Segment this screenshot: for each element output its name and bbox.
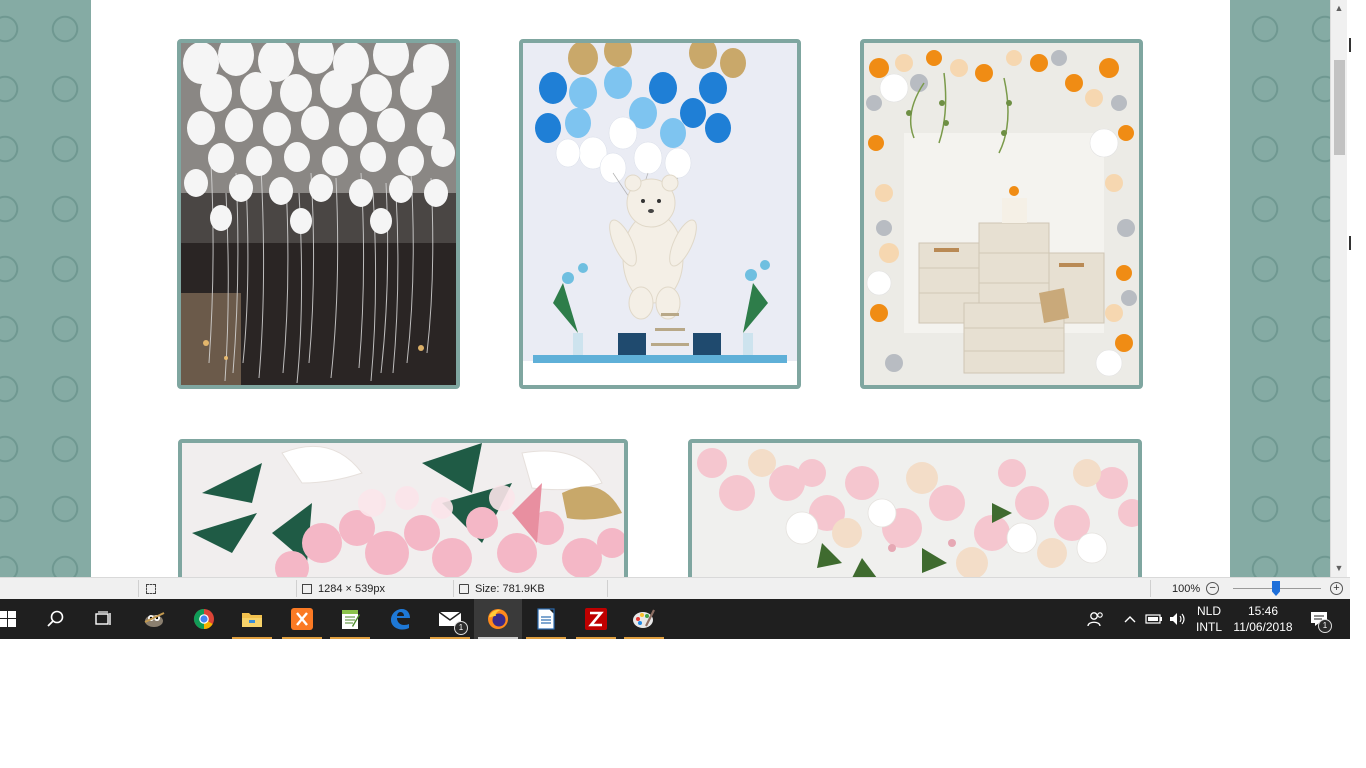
save-disk-icon [459,583,469,594]
chrome-icon [193,608,214,630]
mail-app[interactable]: 1 [426,599,474,639]
xampp-app[interactable] [278,599,326,639]
search-button[interactable] [32,599,80,639]
image-dimensions-cell: 1284 × 539px [302,578,385,599]
speaker-icon [1170,613,1185,625]
input-language-button[interactable]: NLD INTL [1190,599,1228,639]
notepad-icon [342,610,360,629]
scroll-up-arrow-icon[interactable]: ▲ [1331,0,1347,17]
firefox-icon [488,609,508,629]
zoom-in-cell: + [1330,578,1343,599]
folder-icon [242,613,262,627]
running-indicator [430,637,470,639]
status-bar: 1284 × 539px Size: 781.9KB 100% − + [0,577,1350,599]
people-icon [1087,612,1103,627]
task-view-icon [95,611,111,625]
teddy-bear-blue-balloons-image [523,43,797,385]
file-size-cell: Size: 781.9KB [459,578,545,599]
volume-button[interactable] [1166,599,1190,639]
teddy-bear-blue-balloons-photo[interactable] [519,39,801,389]
windows-logo-icon [0,611,16,627]
firefox-app[interactable] [474,599,522,639]
paint-palette-icon [633,609,655,628]
gimp-app[interactable] [130,599,178,639]
notepad-plus-app[interactable] [326,599,374,639]
people-button[interactable] [1082,599,1110,639]
edge-app[interactable] [376,599,424,639]
zoom-out-icon[interactable]: − [1206,582,1220,595]
running-indicator [576,637,616,639]
task-view-button[interactable] [80,599,128,639]
file-explorer-app[interactable] [228,599,276,639]
resize-icon [302,583,312,594]
selection-size-cell [146,578,156,599]
zoom-cell: 100% − [1172,578,1220,599]
running-indicator [330,637,370,639]
image-dimensions: 1284 × 539px [318,582,385,595]
language-code: NLD [1196,604,1221,618]
file-size: Size: 781.9KB [475,582,545,595]
filezilla-icon [585,608,607,630]
clock-date: 11/06/2018 [1233,620,1293,634]
xampp-icon [291,608,313,630]
gimp-icon [144,612,165,627]
show-hidden-icons-button[interactable] [1119,599,1141,639]
writer-app[interactable] [522,599,570,639]
zoom-level: 100% [1172,582,1201,595]
selection-icon [146,583,156,594]
orange-balloon-arch-crates-image [864,43,1139,385]
chrome-app[interactable] [180,599,228,639]
search-icon [47,610,64,627]
window-edge [1347,0,1366,577]
document-icon [537,608,555,630]
zoom-in-icon[interactable]: + [1330,582,1343,595]
keyboard-layout: INTL [1195,620,1222,634]
orange-balloon-arch-crates-photo[interactable] [860,39,1143,389]
page-viewport [0,0,1330,577]
running-indicator [624,637,664,639]
clock-time: 15:46 [1247,604,1278,618]
mail-badge: 1 [454,621,468,635]
taskbar: 1 NLD INTL 15:46 11/06/2018 1 [0,599,1350,639]
filezilla-app[interactable] [572,599,620,639]
pink-balloons-palm-leaves-photo[interactable] [178,439,628,577]
notifications-badge: 1 [1318,619,1332,633]
pink-balloon-garland-photo[interactable] [688,439,1142,577]
chevron-up-icon [1124,616,1136,623]
running-indicator [232,637,272,639]
vertical-scrollbar[interactable]: ▲ ▼ [1330,0,1347,577]
action-center-button[interactable]: 1 [1302,599,1336,639]
running-indicator [282,637,322,639]
battery-icon [1145,614,1162,624]
battery-button[interactable] [1143,599,1165,639]
pink-balloon-garland-image [692,443,1138,577]
white-balloons-ceiling-photo[interactable] [177,39,460,389]
edge-mark [1349,38,1351,52]
edge-mark [1349,236,1351,250]
clock-button[interactable]: 15:46 11/06/2018 [1229,599,1297,639]
scroll-down-arrow-icon[interactable]: ▼ [1331,560,1347,577]
content-panel [91,0,1230,577]
paint-app[interactable] [620,599,668,639]
scrollbar-thumb[interactable] [1334,60,1345,155]
start-button[interactable] [0,599,32,639]
edge-icon [391,609,410,630]
pink-balloons-palm-leaves-image [182,443,624,577]
zoom-slider-thumb[interactable] [1272,581,1280,596]
white-balloons-ceiling-image [181,43,456,385]
running-indicator [526,637,566,639]
running-indicator [478,637,518,639]
